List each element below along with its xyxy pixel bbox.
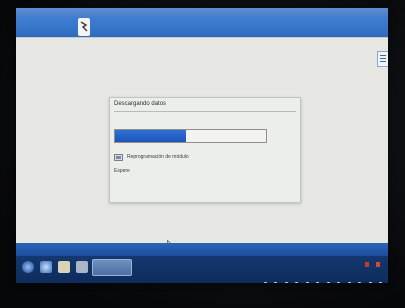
- hamburger-menu-icon[interactable]: [377, 51, 388, 67]
- start-button[interactable]: [22, 261, 34, 273]
- tray-icon[interactable]: [274, 282, 278, 283]
- tray-icon[interactable]: [379, 282, 382, 283]
- tray-flag-icon[interactable]: [376, 262, 380, 267]
- browser-icon[interactable]: [40, 261, 52, 273]
- tray-alert-icon[interactable]: [365, 262, 369, 267]
- taskbar-app-button[interactable]: [92, 259, 132, 276]
- monitor-bezel: Descargando datos Reprogramación de módu…: [0, 0, 405, 308]
- tray-icon[interactable]: [368, 282, 372, 283]
- taskbar: [16, 243, 388, 283]
- window-titlebar: [16, 8, 388, 17]
- status-text: Espere: [114, 168, 130, 174]
- tray-icon[interactable]: [358, 282, 362, 283]
- progress-bar: [114, 129, 267, 143]
- tray-icon[interactable]: [337, 282, 341, 283]
- taskbar-strip: [16, 243, 388, 256]
- file-explorer-icon[interactable]: [58, 261, 70, 273]
- media-player-icon[interactable]: [76, 261, 88, 273]
- tray-icon[interactable]: [326, 282, 330, 283]
- progress-bar-fill: [115, 130, 186, 142]
- module-icon: [114, 154, 123, 161]
- download-dialog: Descargando datos Reprogramación de módu…: [109, 97, 301, 203]
- dialog-divider: [114, 111, 296, 112]
- tray-icon[interactable]: [316, 282, 320, 283]
- system-tray: [261, 272, 382, 283]
- tray-icon[interactable]: [295, 282, 299, 283]
- screen: Descargando datos Reprogramación de módu…: [16, 8, 388, 283]
- module-label: Reprogramación de módulo: [127, 154, 189, 160]
- tray-icon[interactable]: [284, 282, 288, 283]
- tray-icon[interactable]: [305, 282, 309, 283]
- tray-icon[interactable]: [347, 282, 351, 283]
- dialog-title: Descargando datos: [114, 101, 167, 107]
- tray-icon[interactable]: [264, 282, 268, 283]
- app-toolbar: [16, 17, 388, 37]
- app-logo-icon: [78, 18, 90, 36]
